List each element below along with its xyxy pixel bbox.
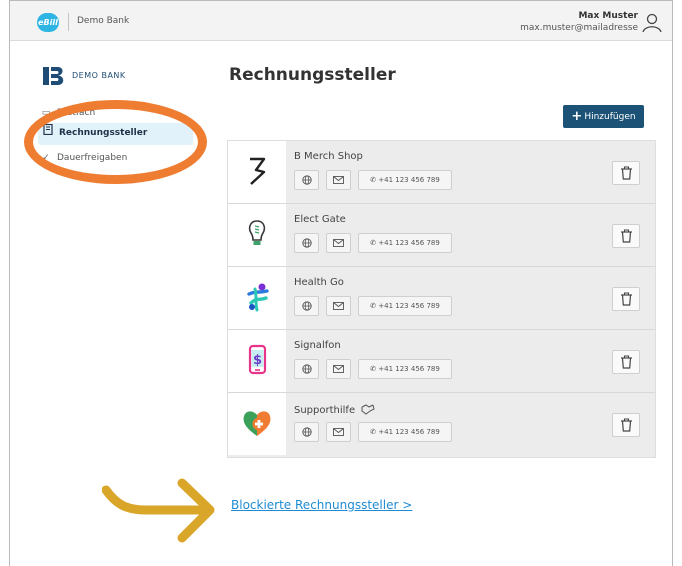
list-item: Elect Gate ✆ +41 123 456 789 [228,204,655,267]
phone-number: +41 123 456 789 [378,428,440,436]
globe-icon [301,427,312,437]
user-name: Max Muster [578,11,638,21]
lightbulb-logo-icon [248,220,266,245]
phone-logo-icon: $ [248,344,267,375]
page-title: Rechnungssteller [229,65,396,85]
email-button[interactable] [326,233,351,253]
phone-button[interactable]: ✆ +41 123 456 789 [358,233,452,253]
phone-number: +41 123 456 789 [378,302,440,310]
website-button[interactable] [294,422,319,442]
biller-name-text: Supporthilfe [294,405,356,416]
delete-button[interactable] [612,224,640,248]
delete-button[interactable] [612,413,640,437]
mail-icon [333,176,344,184]
add-button-label: Hinzufügen [584,112,636,122]
biller-name: Signalfon [294,340,341,351]
biller-logo-cell: $ [228,330,286,392]
user-icon[interactable] [641,13,663,33]
trash-icon [621,166,632,180]
list-item: Health Go ✆ +41 123 456 789 [228,267,655,330]
list-item: Supporthilfe ✆ +41 123 456 789 [228,393,655,456]
phone-button[interactable]: ✆ +41 123 456 789 [358,359,452,379]
demo-bank-logo-icon[interactable] [42,66,66,86]
email-button[interactable] [326,296,351,316]
globe-icon [301,238,312,248]
website-button[interactable] [294,359,319,379]
phone-number: +41 123 456 789 [378,365,440,373]
app-window: eBill Demo Bank Max Muster max.muster@ma… [9,0,673,566]
phone-number: +41 123 456 789 [378,239,440,247]
globe-icon [301,364,312,374]
email-button[interactable] [326,170,351,190]
phone-button[interactable]: ✆ +41 123 456 789 [358,296,452,316]
biller-logo-cell [228,267,286,329]
biller-name: B Merch Shop [294,151,363,162]
email-button[interactable] [326,359,351,379]
trash-icon [621,418,632,432]
trash-icon [621,355,632,369]
heart-logo-icon [243,411,271,436]
health-go-logo-icon [247,283,269,312]
add-biller-button[interactable]: + Hinzufügen [563,105,644,128]
top-bar: eBill Demo Bank Max Muster max.muster@ma… [10,0,672,41]
list-item: $ Signalfon ✆ +41 123 456 789 [228,330,655,393]
b-merch-logo-icon [250,157,266,185]
highlight-ellipse [24,100,207,184]
website-button[interactable] [294,296,319,316]
phone-button[interactable]: ✆ +41 123 456 789 [358,170,452,190]
user-info[interactable]: Max Muster max.muster@mailadresse [520,10,638,34]
biller-name: Elect Gate [294,214,346,225]
plus-icon: + [571,109,583,124]
arrow-icon [102,478,215,543]
biller-logo-cell [228,141,286,203]
biller-name: Health Go [294,277,344,288]
header-divider [68,13,69,31]
ebill-logo[interactable]: eBill [37,13,59,32]
demo-bank-logo-text: DEMO BANK [72,71,126,80]
user-email: max.muster@mailadresse [520,23,638,33]
mail-icon [333,365,344,373]
mail-icon [333,239,344,247]
globe-icon [301,175,312,185]
list-item: B Merch Shop ✆ +41 123 456 789 [228,141,655,204]
biller-name: Supporthilfe [294,403,376,416]
delete-button[interactable] [612,350,640,374]
mail-icon [333,302,344,310]
phone-number: +41 123 456 789 [378,176,440,184]
website-button[interactable] [294,233,319,253]
biller-logo-cell [228,393,286,455]
website-button[interactable] [294,170,319,190]
trash-icon [621,292,632,306]
phone-button[interactable]: ✆ +41 123 456 789 [358,422,452,442]
biller-list: B Merch Shop ✆ +41 123 456 789 Elect Gat… [227,140,656,458]
blocked-billers-link[interactable]: Blockierte Rechnungssteller > [231,498,412,512]
globe-icon [301,301,312,311]
bank-name: Demo Bank [77,16,130,26]
svg-text:$: $ [253,353,262,368]
trash-icon [621,229,632,243]
delete-button[interactable] [612,161,640,185]
biller-logo-cell [228,204,286,266]
email-button[interactable] [326,422,351,442]
handshake-icon [361,404,375,415]
mail-icon [333,428,344,436]
delete-button[interactable] [612,287,640,311]
